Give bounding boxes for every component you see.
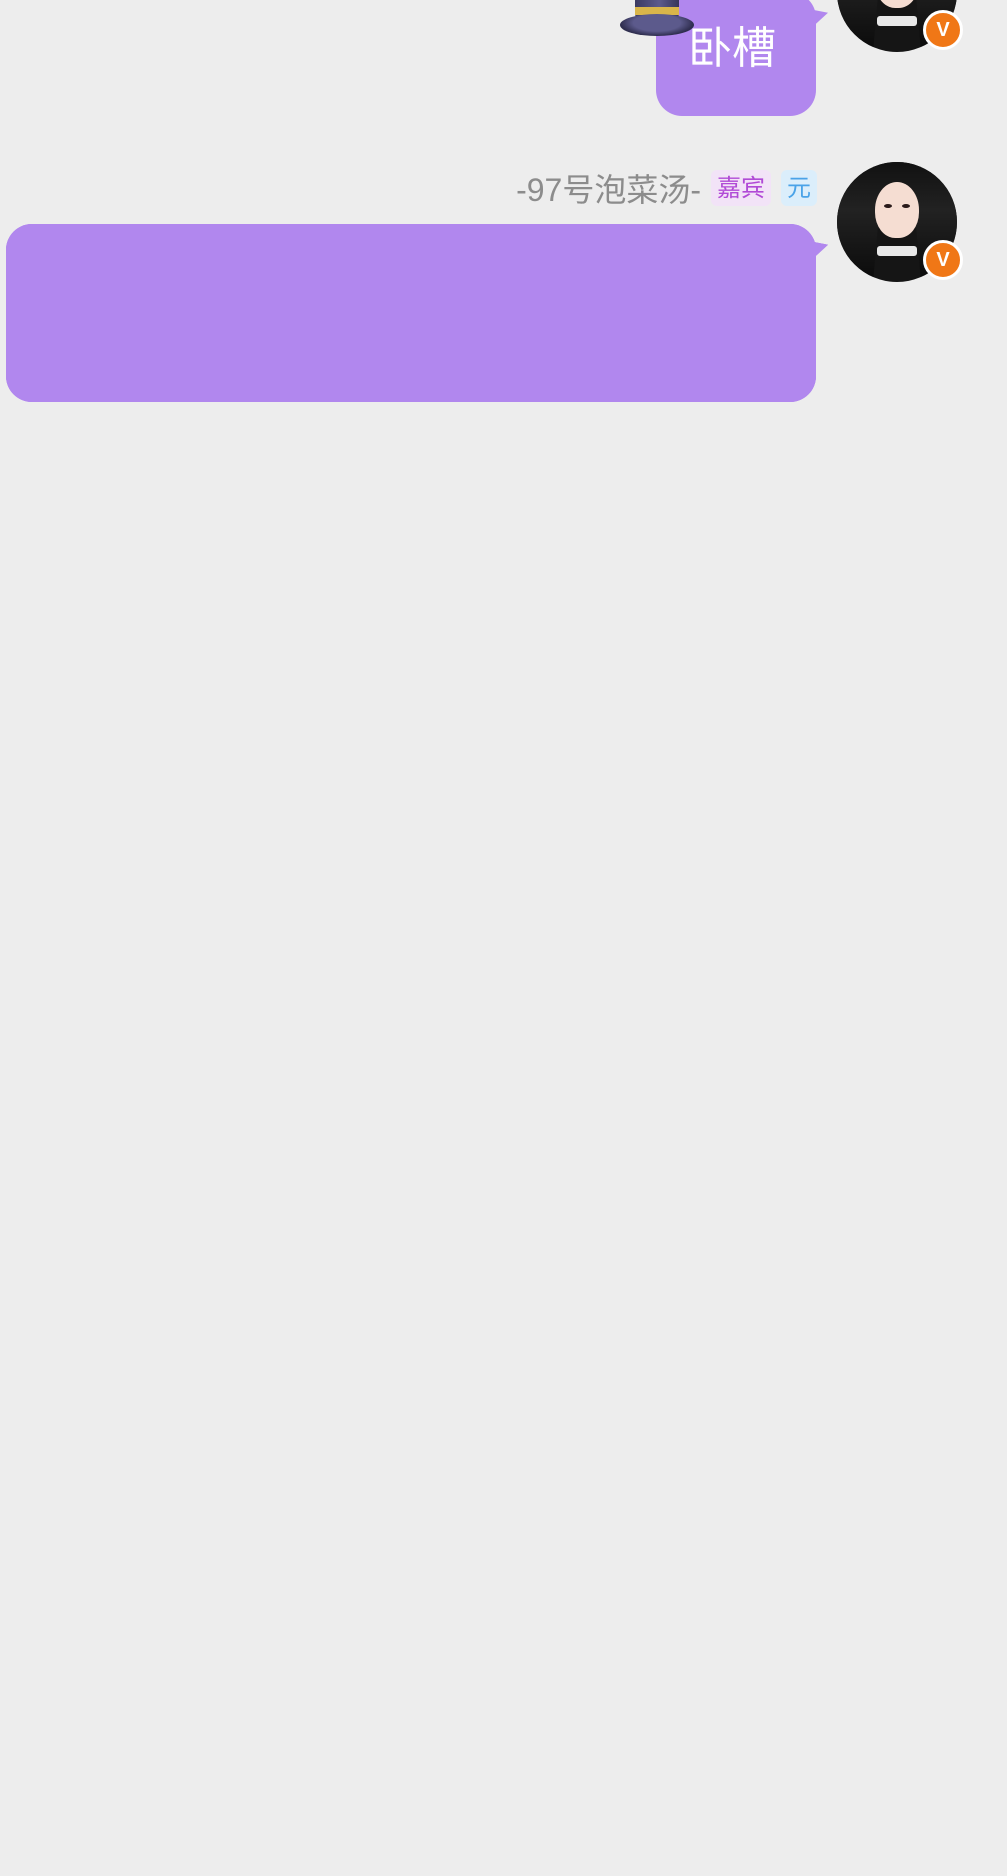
guest-badge: 嘉宾 — [711, 170, 771, 206]
avatar-face — [875, 0, 919, 8]
avatar-collar — [877, 246, 917, 256]
verified-badge: V — [923, 240, 963, 280]
sender-line: -97号泡菜汤- 嘉宾 元 — [516, 166, 817, 210]
verified-badge: V — [923, 10, 963, 50]
avatar-collar — [877, 16, 917, 26]
sender-name[interactable]: -97号泡菜汤- — [516, 165, 701, 211]
top-hat-icon — [620, 0, 694, 38]
avatar[interactable]: V — [837, 0, 963, 52]
message-bubble[interactable] — [6, 224, 816, 402]
message-text: 卧槽 — [688, 23, 776, 74]
yuan-badge: 元 — [781, 170, 817, 206]
avatar[interactable]: V — [837, 162, 963, 282]
avatar-face — [875, 182, 919, 238]
chat-view[interactable]: V 卧槽 V -97号泡菜汤- 嘉宾 元 — [0, 0, 1007, 1876]
